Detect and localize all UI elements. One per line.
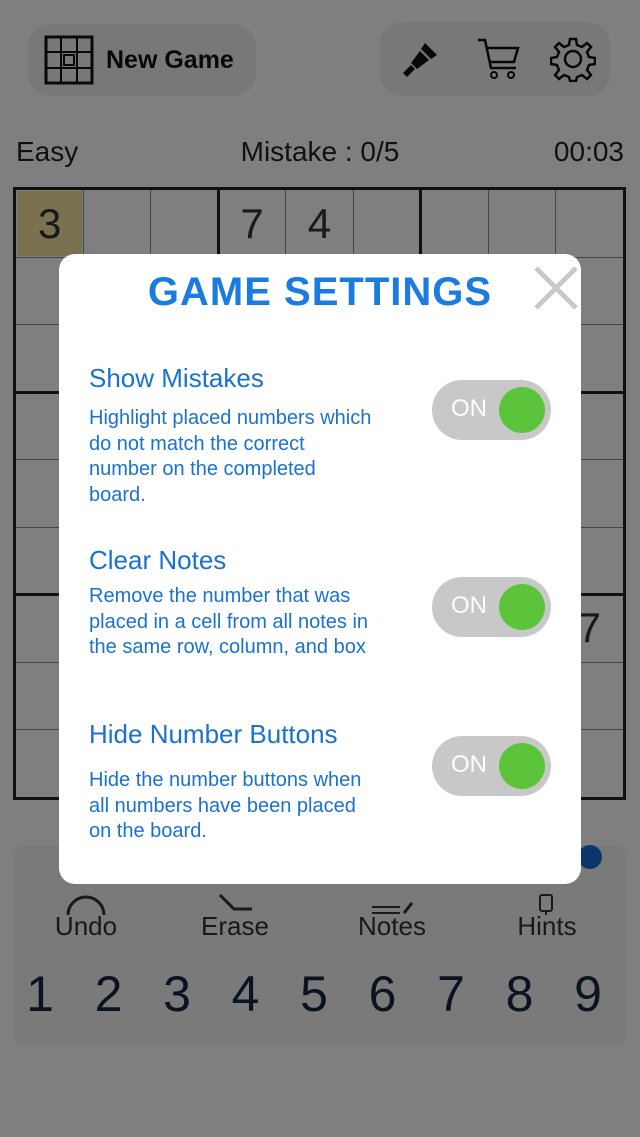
show-mistakes-description: Highlight placed numbers which do not ma… — [89, 407, 372, 506]
hide-number-buttons-toggle[interactable]: ON — [432, 736, 551, 796]
clear-notes-title: Clear Notes — [89, 545, 227, 575]
toggle-knob — [499, 584, 545, 630]
clear-notes-description: Remove the number that was placed in a c… — [89, 585, 369, 658]
hide-number-buttons-title: Hide Number Buttons — [89, 719, 338, 749]
show-mistakes-title: Show Mistakes — [89, 363, 264, 393]
toggle-knob — [499, 743, 545, 789]
toggle-knob — [499, 387, 545, 433]
show-mistakes-toggle[interactable]: ON — [432, 380, 551, 440]
clear-notes-toggle[interactable]: ON — [432, 577, 551, 637]
toggle-label: ON — [451, 395, 487, 422]
toggle-label: ON — [451, 751, 487, 778]
close-x-icon[interactable] — [532, 264, 580, 312]
toggle-label: ON — [451, 592, 487, 619]
hide-number-buttons-description: Hide the number buttons when all numbers… — [89, 769, 362, 842]
